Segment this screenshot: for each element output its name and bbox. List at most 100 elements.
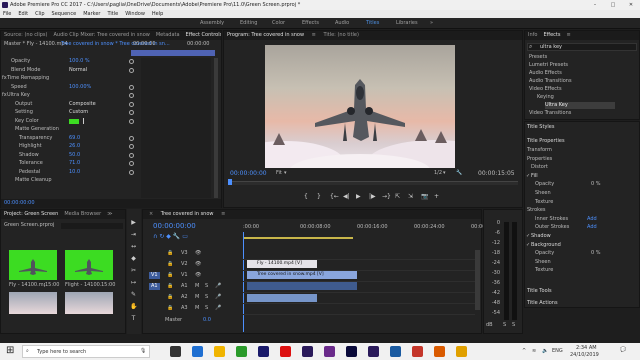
tool-razor-alt[interactable]: ◆ — [130, 255, 137, 262]
lift-button[interactable]: ⇱ — [395, 193, 400, 200]
workspace-color[interactable]: Color — [272, 20, 285, 26]
mark-out-button[interactable]: } — [317, 193, 321, 200]
clip-thumbnail-row2[interactable] — [9, 292, 57, 314]
track-name-a1[interactable]: A1 — [181, 283, 188, 290]
track-lock-icon[interactable]: 🔒 — [167, 250, 173, 257]
program-timecode[interactable]: 00:00:00:00 — [230, 170, 267, 177]
track-voiceover-icon[interactable]: 🎤 — [215, 305, 221, 312]
taskbar-app-icon[interactable] — [170, 346, 181, 357]
timeline-close-icon[interactable]: × — [149, 211, 153, 217]
taskbar-app-icon[interactable] — [236, 346, 247, 357]
source-patch-v1[interactable]: V1 — [149, 272, 160, 279]
opacity-prop[interactable]: Opacity — [535, 181, 554, 188]
tool-type[interactable]: T — [130, 315, 137, 322]
language-indicator[interactable]: ENG — [552, 348, 563, 354]
solo-right-button[interactable]: S — [512, 322, 515, 328]
work-area-bar[interactable] — [243, 237, 353, 239]
tab-info[interactable]: Info — [528, 32, 537, 38]
menu-marker[interactable]: Marker — [83, 11, 100, 17]
clip-name[interactable]: Flight - 14100.mp4 — [65, 282, 101, 289]
clock-date[interactable]: 24/10/2019 — [570, 352, 599, 358]
taskbar-search[interactable]: ⌕ Type here to search 🎙 — [22, 345, 150, 358]
fit-dropdown[interactable]: Fit — [276, 170, 282, 176]
track-solo-button[interactable]: S — [205, 305, 208, 312]
clip-thumbnail[interactable] — [65, 250, 113, 280]
taskbar-app-icon[interactable] — [214, 346, 225, 357]
title-styles-header[interactable]: Title Styles — [527, 124, 554, 131]
playhead-marker-icon[interactable] — [228, 179, 232, 185]
track-mute-button[interactable]: M — [195, 294, 199, 301]
effects-tree-ultra-key[interactable]: Ultra Key — [545, 102, 615, 109]
reset-icon[interactable] — [129, 84, 134, 90]
track-name-v2[interactable]: V2 — [181, 261, 188, 268]
reset-icon[interactable] — [129, 135, 134, 141]
volume-icon[interactable]: 🔈 — [542, 348, 548, 354]
tool-ripple[interactable]: ↔ — [130, 243, 137, 250]
ec-value-setting[interactable]: Custom — [69, 109, 88, 116]
tool-slip[interactable]: ↦ — [130, 279, 137, 286]
inner-strokes[interactable]: Inner Strokes — [535, 216, 568, 223]
timeline-timecode[interactable]: 00:00:00:00 — [153, 222, 196, 230]
ec-value-tolerance[interactable]: 71.0 — [69, 160, 80, 167]
tab-source[interactable]: Source: (no clips) — [4, 32, 47, 38]
track-voiceover-icon[interactable]: 🎤 — [215, 283, 221, 290]
ec-value-shadow[interactable]: 50.0 — [69, 152, 80, 159]
menu-edit[interactable]: Edit — [18, 11, 28, 17]
track-solo-button[interactable]: S — [205, 294, 208, 301]
network-icon[interactable]: ≋ — [532, 348, 536, 354]
key-color-swatch[interactable] — [69, 118, 79, 124]
taskbar-app-icon[interactable] — [390, 346, 401, 357]
settings-wrench-icon[interactable]: 🔧 — [456, 170, 462, 176]
ec-value-pedestal[interactable]: 10.0 — [69, 169, 80, 176]
eyedropper-icon[interactable] — [83, 117, 87, 124]
track-mute-button[interactable]: M — [195, 283, 199, 290]
opacity-value[interactable]: 0 % — [591, 250, 601, 257]
effects-tree-audio-effects[interactable]: Audio Effects — [529, 70, 562, 77]
notifications-icon[interactable]: 💬 — [620, 347, 626, 353]
taskbar-app-icon[interactable] — [456, 346, 467, 357]
track-voiceover-icon[interactable]: 🎤 — [215, 294, 221, 301]
project-search[interactable] — [61, 223, 123, 229]
effects-tree-lumetri-presets[interactable]: Lumetri Presets — [529, 62, 568, 69]
tab-title[interactable]: Title: (no title) — [323, 32, 358, 38]
add-button[interactable]: + — [434, 193, 439, 200]
effects-tree-video-transitions[interactable]: Video Transitions — [529, 110, 571, 117]
clip-fly-a2[interactable] — [247, 294, 317, 302]
start-button[interactable]: ⊞ — [6, 345, 14, 356]
effects-tree-presets[interactable]: Presets — [529, 54, 547, 61]
texture-prop[interactable]: Texture — [535, 199, 553, 206]
strokes-section[interactable]: Strokes — [527, 207, 546, 214]
track-eye-icon[interactable]: 👁 — [195, 250, 201, 257]
track-eye-icon[interactable]: 👁 — [195, 272, 201, 279]
reset-icon[interactable] — [129, 101, 134, 107]
reset-icon[interactable] — [129, 118, 134, 124]
taskbar-app-icon[interactable] — [280, 346, 291, 357]
tool-track-select[interactable]: ⇥ — [130, 231, 137, 238]
tab-metadata[interactable]: Metadata — [156, 32, 180, 38]
clock-time[interactable]: 2:34 AM — [576, 345, 597, 351]
microphone-icon[interactable]: 🎙 — [140, 348, 146, 354]
reset-icon[interactable] — [129, 59, 134, 64]
go-out-button[interactable]: →} — [382, 193, 391, 200]
menu-sequence[interactable]: Sequence — [52, 11, 77, 17]
effects-search-input[interactable]: ultra key — [540, 44, 562, 50]
taskbar-app-icon[interactable] — [368, 346, 379, 357]
track-lock-icon[interactable]: 🔒 — [167, 305, 173, 312]
workspace-editing[interactable]: Editing — [240, 20, 257, 26]
workspaces-overflow-icon[interactable]: » — [430, 20, 433, 26]
track-lock-icon[interactable]: 🔒 — [167, 261, 173, 268]
play-button[interactable]: ▶ — [356, 193, 361, 200]
workspace-audio[interactable]: Audio — [335, 20, 349, 26]
mark-in-button[interactable]: { — [304, 193, 308, 200]
tool-selection[interactable]: ▶ — [130, 219, 137, 226]
reset-icon[interactable] — [129, 144, 134, 149]
effects-menu-icon[interactable]: ≡ — [566, 32, 570, 38]
ec-value-highlight[interactable]: 26.0 — [69, 143, 80, 150]
checkbox-icon[interactable]: ✓ — [526, 173, 530, 180]
track-solo-button[interactable]: S — [205, 283, 208, 290]
checkbox-icon[interactable]: ✓ — [526, 233, 530, 240]
reset-icon[interactable] — [129, 67, 134, 73]
track-lock-icon[interactable]: 🔒 — [167, 272, 173, 279]
clip-fly-v[interactable]: Fly - 14100.mp4 [V] — [247, 260, 317, 268]
fill-section[interactable]: Fill — [531, 173, 538, 180]
